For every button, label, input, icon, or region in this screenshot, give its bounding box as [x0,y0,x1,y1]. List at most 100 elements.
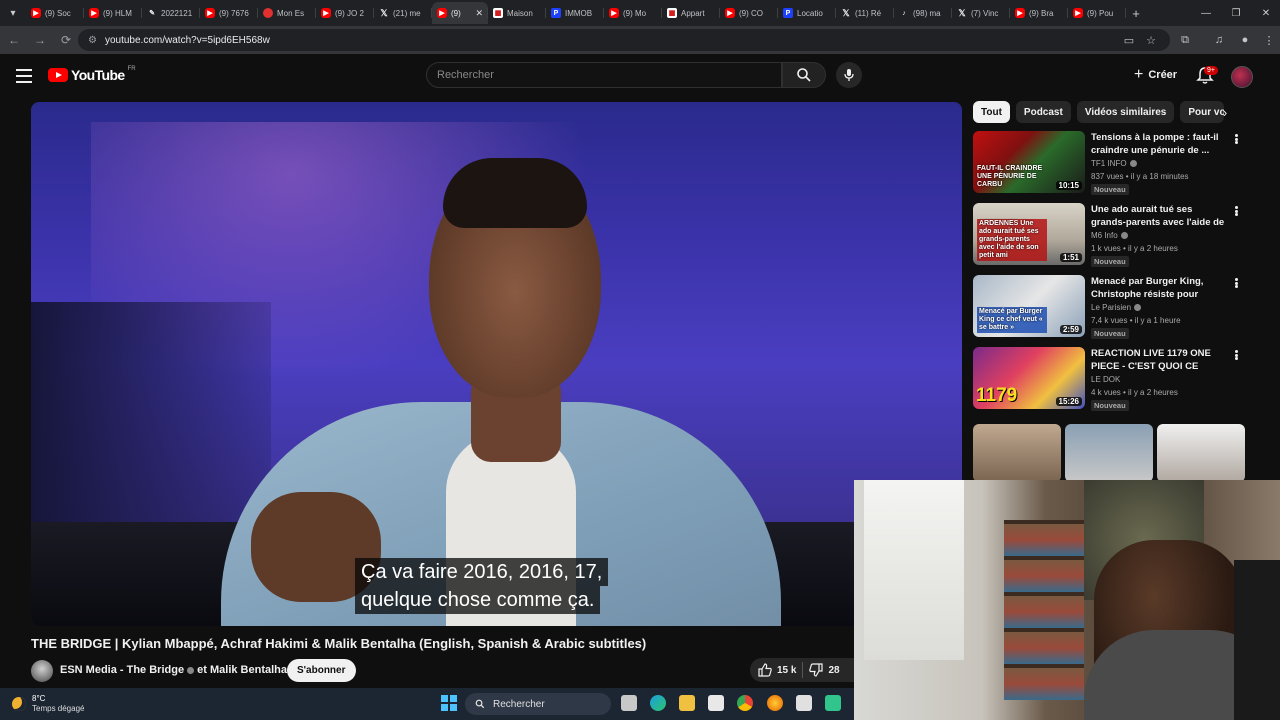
task-view-icon[interactable] [621,695,637,711]
short-thumbnail[interactable] [1157,424,1245,482]
dislike-button[interactable]: 28 [809,663,840,677]
recommendation-channel[interactable]: TF1 INFO [1091,159,1137,168]
cast-icon[interactable]: ▭ [1118,26,1140,54]
bookmark-star-icon[interactable]: ☆ [1140,26,1162,54]
media-controls-icon[interactable]: ♫ [1208,26,1230,54]
browser-tab[interactable]: ▶ (9) JO 2 [316,2,374,24]
chip-similar-videos[interactable]: Vidéos similaires [1076,101,1175,123]
more-actions-icon[interactable] [1231,348,1241,362]
recommendation-item[interactable]: FAUT-IL CRAINDRE UNE PÉNURIE DE CARBU 10… [973,131,1238,195]
back-button[interactable]: ← [2,28,26,52]
recommendation-title[interactable]: REACTION LIVE 1179 ONE PIECE - C'EST QUO… [1091,347,1227,373]
tab-label: 2022121 [161,8,193,18]
subscribe-button[interactable]: S'abonner [287,659,356,682]
firefox-icon[interactable] [767,695,783,711]
create-button[interactable]: + Créer [1126,63,1185,87]
recommendation-item[interactable]: 1179 15:26 REACTION LIVE 1179 ONE PIECE … [973,347,1238,411]
reload-button[interactable]: ⟳ [54,28,78,52]
browser-tab[interactable]: ▶ (9) Mo [604,2,662,24]
browser-tab[interactable]: P Locatio [778,2,836,24]
browser-tab[interactable]: ✎ 2022121 [142,2,200,24]
close-window-button[interactable]: ✕ [1250,0,1280,26]
youtube-logo[interactable]: YouTube FR [48,66,136,83]
short-thumbnail[interactable] [973,424,1061,482]
address-bar[interactable]: ⚙ youtube.com/watch?v=5ipd6EH568w [78,29,1170,51]
recommendation-meta: 4 k vues • il y a 2 heures [1091,388,1178,397]
menu-icon[interactable] [14,66,34,86]
video-thumbnail[interactable]: Menacé par Burger King ce chef veut « se… [973,275,1085,337]
minimize-button[interactable]: — [1190,0,1222,26]
video-thumbnail[interactable]: FAUT-IL CRAINDRE UNE PÉNURIE DE CARBU 10… [973,131,1085,193]
taskbar-search[interactable]: Rechercher [465,693,611,715]
browser-tab[interactable]: ▶ (9) Pou [1068,2,1126,24]
search-button[interactable] [782,62,826,88]
browser-tab[interactable]: Mon Es [258,2,316,24]
video-title: THE BRIDGE | Kylian Mbappé, Achraf Hakim… [31,636,647,651]
recommendation-item[interactable]: ARDENNES Une ado aurait tué ses grands-p… [973,203,1238,267]
browser-tab[interactable]: ▶ (9) ✕ [432,2,488,24]
capcut-icon[interactable] [796,695,812,711]
browser-tab[interactable]: 𝕏 (11) Ré [836,2,894,24]
browser-tab[interactable]: ▶ (9) HLM [84,2,142,24]
recommendation-channel[interactable]: Le Parisien [1091,303,1142,312]
store-icon[interactable] [708,695,724,711]
more-actions-icon[interactable] [1231,132,1241,146]
windows-start-icon[interactable] [441,695,457,711]
recommendation-item[interactable]: Menacé par Burger King ce chef veut « se… [973,275,1238,339]
channel-name[interactable]: ESN Media - The Bridge et Malik Bentalha [60,664,287,676]
browser-tab[interactable]: ▦ Maison [488,2,546,24]
extensions-icon[interactable]: ⧉ [1174,26,1196,54]
app-icon[interactable] [825,695,841,711]
site-info-icon[interactable]: ⚙ [88,35,97,46]
tab-label: Maison [507,8,533,18]
browser-tab[interactable]: 𝕏 (7) Vinc [952,2,1010,24]
close-tab-icon[interactable]: ✕ [475,8,483,19]
recommendation-channel[interactable]: M6 Info [1091,231,1128,240]
new-tab-button[interactable]: + [1126,6,1146,21]
collaborator-link[interactable]: et Malik Bentalha [197,664,287,676]
short-thumbnail[interactable] [1065,424,1153,482]
browser-tab[interactable]: ▦ Appart [662,2,720,24]
recommendation-channel[interactable]: LE DOK [1091,375,1120,384]
browser-tab[interactable]: P IMMOB [546,2,604,24]
recommendation-title[interactable]: Tensions à la pompe : faut-il craindre u… [1091,131,1227,157]
chip-all[interactable]: Tout [973,101,1010,123]
channel-avatar[interactable] [31,660,53,682]
video-player[interactable] [31,102,962,626]
gaming-chair [1234,560,1280,720]
maximize-button[interactable]: ❐ [1220,0,1252,26]
browser-menu-icon[interactable]: ⋮ [1258,26,1280,54]
tab-label: (98) ma [913,8,941,18]
recommendation-title[interactable]: Menacé par Burger King, Christophe résis… [1091,275,1227,301]
room-window [864,480,964,660]
recommendation-meta: 7,4 k vues • il y a 1 heure [1091,316,1181,325]
youtube-icon: ▶ [1073,8,1083,18]
chip-podcast[interactable]: Podcast [1015,101,1071,123]
browser-tab[interactable]: 𝕏 (21) me [374,2,432,24]
more-actions-icon[interactable] [1231,276,1241,290]
browser-tab[interactable]: ▶ (9) Soc [26,2,84,24]
file-explorer-icon[interactable] [679,695,695,711]
more-actions-icon[interactable] [1231,204,1241,218]
video-thumbnail[interactable]: 1179 15:26 [973,347,1085,409]
browser-tab[interactable]: ▶ (9) CO [720,2,778,24]
chevron-right-icon[interactable]: › [1218,106,1232,120]
profile-icon[interactable]: ● [1234,26,1256,54]
tab-search-button[interactable]: ▾ [0,0,26,26]
chrome-icon[interactable] [737,695,753,711]
video-thumbnail[interactable]: ARDENNES Une ado aurait tué ses grands-p… [973,203,1085,265]
tab-label: (9) Pou [1087,8,1114,18]
weather-widget[interactable]: 8°C Temps dégagé [12,694,84,714]
browser-tab[interactable]: ♪ (98) ma [894,2,952,24]
country-code: FR [127,66,136,72]
browser-tab[interactable]: ▶ (9) Bra [1010,2,1068,24]
voice-search-button[interactable] [836,62,862,88]
search-input[interactable]: Rechercher [426,62,782,88]
like-button[interactable]: 15 k [750,663,796,677]
browser-tab[interactable]: ▶ (9) 7676 [200,2,258,24]
forward-button[interactable]: → [28,28,52,52]
recommendation-title[interactable]: Une ado aurait tué ses grands-parents av… [1091,203,1227,229]
user-avatar[interactable] [1231,66,1253,88]
edge-icon[interactable] [650,695,666,711]
channel-link[interactable]: ESN Media - The Bridge [60,664,184,676]
